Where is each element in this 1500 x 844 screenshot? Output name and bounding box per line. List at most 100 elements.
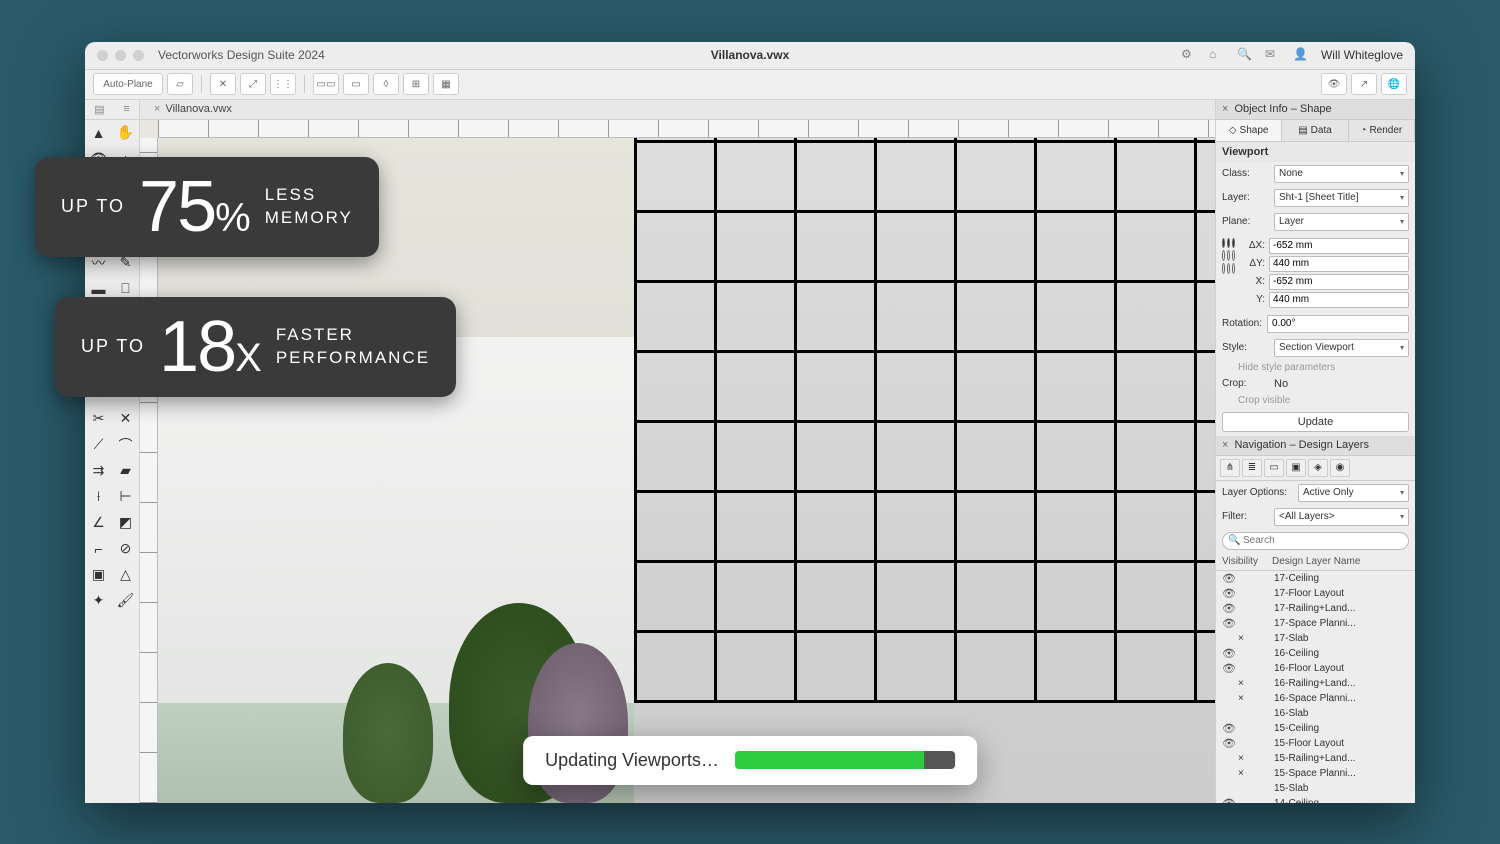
layer-row[interactable]: 👁17-Space Planni... [1216,616,1415,631]
tab-villanova[interactable]: ×Villanova.vwx [146,103,240,115]
bucket-tool-icon[interactable]: ▰ [112,458,139,484]
eyedropper-tool-icon[interactable]: ⟊ [85,484,112,510]
nav-layers-icon[interactable]: ≣ [1242,459,1262,477]
eye-icon[interactable]: 👁 [1222,572,1238,585]
tab-render[interactable]: ◔Render [1349,120,1415,141]
pan-tool-icon[interactable]: ✋ [112,120,139,146]
hide-style-checkbox[interactable]: Hide style parameters [1216,360,1415,375]
tape-tool-icon[interactable]: ⊢ [112,484,139,510]
dx-input[interactable] [1269,238,1409,254]
maximize-icon[interactable] [133,50,144,61]
snap-icon[interactable]: ✕ [210,73,236,95]
layer-row[interactable]: ×15-Space Planni... [1216,766,1415,781]
palette-tab-2[interactable]: ≡ [123,103,129,115]
layer-row[interactable]: 15-Slab [1216,781,1415,796]
brush-tool-icon[interactable]: 🖌 [112,588,139,614]
rotation-input[interactable] [1267,315,1409,333]
auto-plane-button[interactable]: Auto-Plane [93,73,163,95]
dy-input[interactable] [1269,256,1409,272]
layer-row[interactable]: ×17-Slab [1216,631,1415,646]
eye-icon[interactable]: 👁 [1222,647,1238,660]
layer-row[interactable]: 👁15-Floor Layout [1216,736,1415,751]
layer-row[interactable]: ×16-Space Planni... [1216,691,1415,706]
close-tab-icon[interactable]: × [154,103,160,115]
object-info-header[interactable]: ×Object Info – Shape [1216,100,1415,120]
navigation-header[interactable]: ×Navigation – Design Layers [1216,436,1415,456]
camera-tool-icon[interactable]: ▣ [85,562,112,588]
selection-tool-icon[interactable]: ▲ [85,120,112,146]
angle-tool-icon[interactable]: △ [112,562,139,588]
class-select[interactable]: None [1274,165,1409,183]
nav-refs-icon[interactable]: ◉ [1330,459,1350,477]
window-controls[interactable] [97,50,144,61]
smart-points-icon[interactable]: ⋮⋮ [270,73,296,95]
layer-row[interactable]: 👁16-Floor Layout [1216,661,1415,676]
layer-row[interactable]: 👁17-Floor Layout [1216,586,1415,601]
trim-tool-icon[interactable]: ⟋ [85,432,112,458]
offset-tool-icon[interactable]: ⇉ [85,458,112,484]
x-col[interactable]: × [1238,633,1254,644]
layer-options-select[interactable]: Active Only [1298,484,1409,502]
minimize-icon[interactable] [115,50,126,61]
visibility-icon[interactable]: 👁 [1321,73,1347,95]
x-col[interactable]: × [1238,768,1254,779]
anchor-grid[interactable] [1222,238,1235,274]
no-tool-icon[interactable]: ⊘ [112,536,139,562]
eye-icon[interactable]: 👁 [1222,797,1238,803]
globe-icon[interactable]: 🌐 [1381,73,1407,95]
layer-row[interactable]: ×16-Railing+Land... [1216,676,1415,691]
nav-classes-icon[interactable]: ⋔ [1220,459,1240,477]
rect-icon[interactable]: ▭ [343,73,369,95]
group-icon[interactable]: ▭▭ [313,73,339,95]
y-input[interactable] [1269,292,1409,308]
palette-tab-1[interactable]: ▤ [94,103,104,116]
plane-select[interactable]: Layer [1274,213,1409,231]
nav-views-icon[interactable]: ▣ [1286,459,1306,477]
tab-data[interactable]: ▤Data [1282,120,1348,141]
close-panel-icon[interactable]: × [1222,103,1228,115]
user-name[interactable]: Will Whiteglove [1321,48,1403,62]
clip-tool-icon[interactable]: ◩ [112,510,139,536]
protractor-tool-icon[interactable]: ∠ [85,510,112,536]
eye-icon[interactable]: 👁 [1222,662,1238,675]
layer-row[interactable]: 👁14-Ceiling [1216,796,1415,803]
render-tool-icon[interactable]: ✦ [85,588,112,614]
x-input[interactable] [1269,274,1409,290]
user-icon[interactable]: 👤 [1293,47,1309,63]
fillet-tool-icon[interactable]: ⌒ [112,432,139,458]
ruler-horizontal[interactable] [158,120,1215,138]
layer-select[interactable]: Sht-1 [Sheet Title] [1274,189,1409,207]
close-panel-icon[interactable]: × [1222,439,1228,451]
layer-row[interactable]: 16-Slab [1216,706,1415,721]
eye-icon[interactable]: 👁 [1222,722,1238,735]
table-icon[interactable]: ⊞ [403,73,429,95]
layer-row[interactable]: 👁16-Ceiling [1216,646,1415,661]
gear-icon[interactable]: ⚙ [1181,47,1197,63]
layer-row[interactable]: 👁17-Railing+Land... [1216,601,1415,616]
x-col[interactable]: × [1238,678,1254,689]
layer-search-input[interactable] [1222,532,1409,550]
layer-row[interactable]: 👁15-Ceiling [1216,721,1415,736]
eye-icon[interactable]: 👁 [1222,617,1238,630]
mail-icon[interactable]: ✉ [1265,47,1281,63]
nav-sheet-icon[interactable]: ▭ [1264,459,1284,477]
filter-select[interactable]: <All Layers> [1274,508,1409,526]
update-button[interactable]: Update [1222,412,1409,432]
crop-visible-checkbox[interactable]: Crop visible [1216,393,1415,408]
layer-row[interactable]: ×15-Railing+Land... [1216,751,1415,766]
eye-icon[interactable]: 👁 [1222,737,1238,750]
x-col[interactable]: × [1238,753,1254,764]
search-icon[interactable]: 🔍 [1237,47,1253,63]
callout-icon[interactable]: ◊ [373,73,399,95]
plane-toggle-icon[interactable]: ▱ [167,73,193,95]
x-col[interactable]: × [1238,693,1254,704]
join-tool-icon[interactable]: ✕ [112,406,139,432]
layer-list[interactable]: 👁17-Ceiling👁17-Floor Layout👁17-Railing+L… [1216,571,1415,803]
close-icon[interactable] [97,50,108,61]
nav-saved-icon[interactable]: ◈ [1308,459,1328,477]
tab-shape[interactable]: ◇Shape [1216,120,1282,141]
layer-row[interactable]: 👁17-Ceiling [1216,571,1415,586]
constrain-icon[interactable]: ⤢ [240,73,266,95]
export-icon[interactable]: ↗ [1351,73,1377,95]
grid-icon[interactable]: ▦ [433,73,459,95]
